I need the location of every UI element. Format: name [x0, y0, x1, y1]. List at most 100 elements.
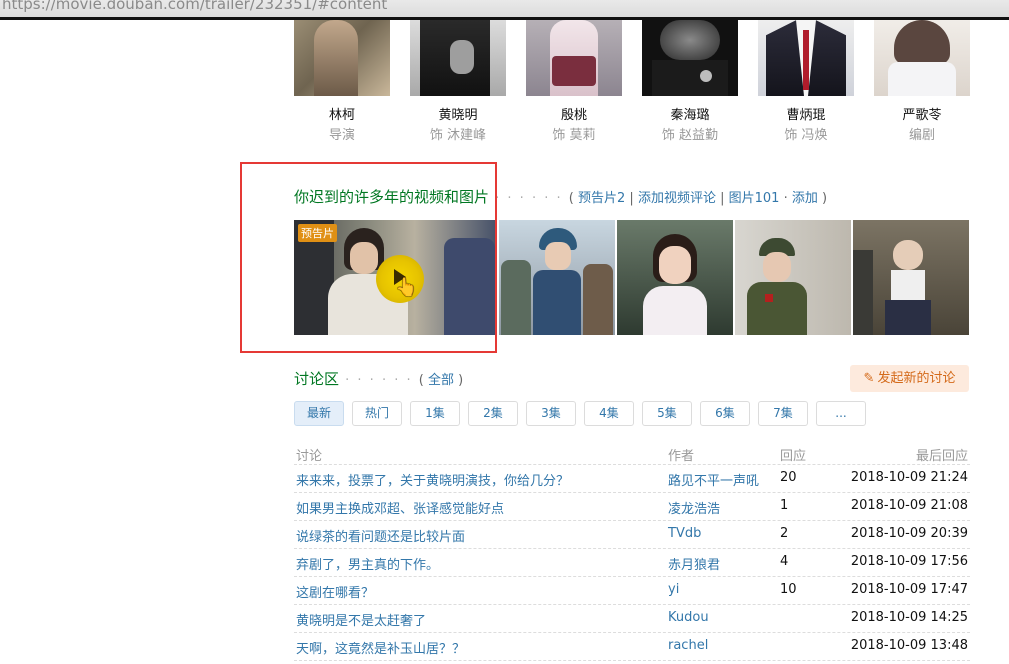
close-paren: ) [822, 191, 828, 206]
topic-link[interactable]: 如果男主换成邓超、张译感觉能好点 [296, 498, 504, 517]
cast-item[interactable]: 秦海璐 饰 赵益勤 [642, 20, 738, 143]
url-text: https://movie.douban.com/trailer/232351/… [2, 0, 388, 13]
highlight-box [240, 162, 497, 353]
tab-episode-2[interactable]: 2集 [468, 401, 518, 426]
cast-photo[interactable] [410, 20, 506, 96]
author-link[interactable]: TVdb [668, 526, 701, 541]
cast-role: 饰 莫莉 [552, 128, 596, 143]
new-discussion-button[interactable]: ✎ 发起新的讨论 [850, 365, 969, 392]
cast-role: 饰 沐建峰 [429, 128, 487, 143]
author-link[interactable]: 路见不平一声吼 [668, 470, 759, 489]
table-row: 天啊，这竟然是补玉山居？？ rachel 2018-10-09 13:48 [294, 633, 970, 661]
topic-link[interactable]: 说绿茶的看问题还是比较片面 [296, 526, 465, 545]
header-author: 作者 [668, 449, 695, 464]
cast-name[interactable]: 严歌苓 [874, 104, 970, 123]
topic-link[interactable]: 黄晓明是不是太赶奢了 [296, 610, 426, 629]
photos-link[interactable]: 图片101 [729, 191, 780, 206]
tab-more[interactable]: ... [816, 401, 866, 426]
separator: | [629, 191, 634, 206]
cast-item[interactable]: 林柯 导演 [294, 20, 390, 143]
author-link[interactable]: yi [668, 582, 679, 597]
last-reply-time: 2018-10-09 17:56 [850, 554, 968, 569]
table-row: 如果男主换成邓超、张译感觉能好点 凌龙浩浩 1 2018-10-09 21:08 [294, 493, 970, 521]
cast-name[interactable]: 林柯 [294, 104, 390, 123]
tab-latest[interactable]: 最新 [294, 401, 344, 426]
cast-role: 编剧 [908, 128, 935, 143]
cast-name[interactable]: 殷桃 [526, 104, 622, 123]
cast-photo[interactable] [294, 20, 390, 96]
photo-thumbnail[interactable] [499, 220, 615, 335]
title-dots: · · · · · · [345, 373, 413, 388]
author-link[interactable]: 赤月狼君 [668, 554, 720, 573]
cast-list: 林柯 导演 黄晓明 饰 沐建峰 殷桃 饰 莫莉 秦海璐 饰 赵益勤 曹炳琨 饰 … [294, 20, 984, 150]
reply-count: 20 [780, 470, 797, 485]
topic-link[interactable]: 这剧在哪看？ [296, 582, 374, 601]
cast-name[interactable]: 黄晓明 [410, 104, 506, 123]
new-discussion-label: 发起新的讨论 [877, 371, 956, 386]
header-last-reply: 最后回应 [915, 449, 968, 464]
topic-link[interactable]: 天啊，这竟然是补玉山居？？ [296, 638, 465, 657]
photo-thumbnail[interactable] [617, 220, 733, 335]
last-reply-time: 2018-10-09 14:25 [850, 610, 968, 625]
tab-episode-1[interactable]: 1集 [410, 401, 460, 426]
author-link[interactable]: 凌龙浩浩 [668, 498, 720, 517]
cast-role: 饰 赵益勤 [661, 128, 719, 143]
last-reply-time: 2018-10-09 13:48 [850, 638, 968, 653]
cast-role: 导演 [328, 128, 355, 143]
last-reply-time: 2018-10-09 21:24 [850, 470, 968, 485]
middot: · [783, 191, 788, 206]
trailers-link[interactable]: 预告片2 [578, 191, 625, 206]
all-discussions-link[interactable]: 全部 [428, 373, 454, 388]
topic-link[interactable]: 弃剧了，男主真的下作。 [296, 554, 439, 573]
tab-episode-5[interactable]: 5集 [642, 401, 692, 426]
header-replies: 回应 [780, 449, 807, 464]
discussion-title: 讨论区 [294, 370, 340, 388]
table-row: 这剧在哪看？ yi 10 2018-10-09 17:47 [294, 577, 970, 605]
open-paren: ( [568, 191, 574, 206]
cast-photo[interactable] [874, 20, 970, 96]
separator: | [720, 191, 725, 206]
header-topic: 讨论 [296, 449, 323, 464]
cast-item[interactable]: 殷桃 饰 莫莉 [526, 20, 622, 143]
reply-count: 10 [780, 582, 797, 597]
table-row: 来来来，投票了，关于黄晓明演技，你给几分？ 路见不平一声吼 20 2018-10… [294, 465, 970, 493]
table-row: 说绿茶的看问题还是比较片面 TVdb 2 2018-10-09 20:39 [294, 521, 970, 549]
photo-thumbnail[interactable] [853, 220, 969, 335]
cast-name[interactable]: 秦海璐 [642, 104, 738, 123]
tab-hot[interactable]: 热门 [352, 401, 402, 426]
table-row: 黄晓明是不是太赶奢了 Kudou 2018-10-09 14:25 [294, 605, 970, 633]
last-reply-time: 2018-10-09 20:39 [850, 526, 968, 541]
author-link[interactable]: rachel [668, 638, 708, 653]
cast-role: 饰 冯焕 [784, 128, 828, 143]
title-dots: · · · · · · [495, 191, 563, 206]
table-row: 弃剧了，男主真的下作。 赤月狼君 4 2018-10-09 17:56 [294, 549, 970, 577]
topic-link[interactable]: 来来来，投票了，关于黄晓明演技，你给几分？ [296, 470, 569, 489]
cast-name[interactable]: 曹炳琨 [758, 104, 854, 123]
last-reply-time: 2018-10-09 21:08 [850, 498, 968, 513]
cast-photo[interactable] [526, 20, 622, 96]
reply-count: 2 [780, 526, 789, 541]
last-reply-time: 2018-10-09 17:47 [850, 582, 968, 597]
browser-url-bar[interactable]: https://movie.douban.com/trailer/232351/… [0, 0, 1009, 20]
pen-icon: ✎ [863, 371, 875, 386]
add-photo-link[interactable]: 添加 [792, 191, 818, 206]
add-video-review-link[interactable]: 添加视频评论 [638, 191, 716, 206]
cast-item[interactable]: 曹炳琨 饰 冯焕 [758, 20, 854, 143]
close-paren: ) [458, 373, 464, 388]
reply-count: 4 [780, 554, 789, 569]
author-link[interactable]: Kudou [668, 610, 709, 625]
table-header: 讨论 作者 回应 最后回应 [294, 441, 970, 465]
tab-episode-4[interactable]: 4集 [584, 401, 634, 426]
reply-count: 1 [780, 498, 789, 513]
discussion-table: 讨论 作者 回应 最后回应 来来来，投票了，关于黄晓明演技，你给几分？ 路见不平… [294, 441, 970, 661]
tab-episode-7[interactable]: 7集 [758, 401, 808, 426]
tab-episode-6[interactable]: 6集 [700, 401, 750, 426]
cast-item[interactable]: 黄晓明 饰 沐建峰 [410, 20, 506, 143]
cast-item[interactable]: 严歌苓 编剧 [874, 20, 970, 143]
discussion-header: 讨论区 · · · · · · ( 全部 ) [294, 368, 463, 389]
photo-thumbnail[interactable] [735, 220, 851, 335]
open-paren: ( [418, 373, 424, 388]
cast-photo[interactable] [642, 20, 738, 96]
cast-photo[interactable] [758, 20, 854, 96]
tab-episode-3[interactable]: 3集 [526, 401, 576, 426]
